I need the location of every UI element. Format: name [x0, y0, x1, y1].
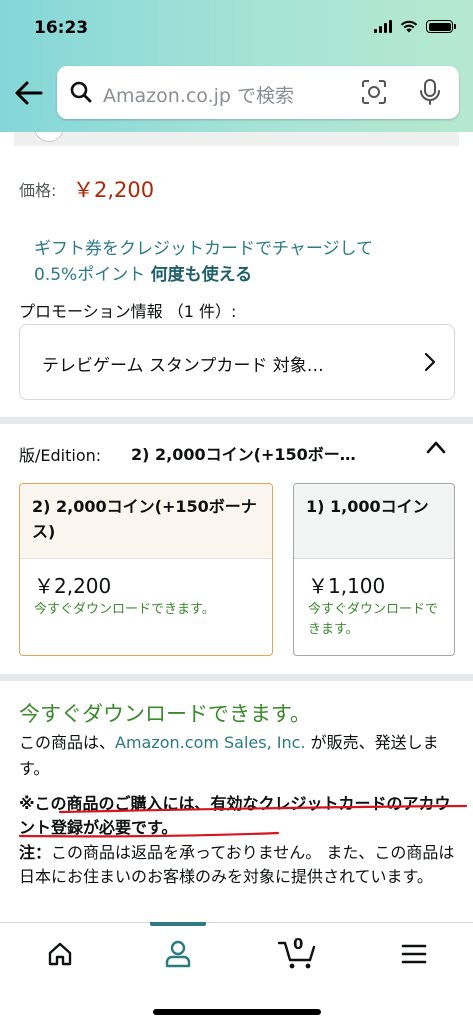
bottom-tab-bar: 0 — [0, 922, 473, 1024]
note-label: 注： — [19, 843, 52, 862]
tab-cart[interactable]: 0 — [276, 935, 320, 971]
edition-option-selected[interactable]: 2) 2,000コイン(+150ボーナス) ￥2,200 今すぐダウンロードでき… — [19, 483, 273, 656]
edition-option[interactable]: 1) 1,000コイン ￥1,100 今すぐダウンロードできます。 — [293, 483, 455, 656]
chevron-up-icon[interactable] — [426, 440, 446, 454]
product-image-carousel[interactable] — [14, 132, 459, 146]
edition-option-price: ￥2,200 — [34, 574, 112, 598]
return-policy-note: 注：この商品は返品を承っておりません。 また、この商品は日本にお住まいのお客様の… — [19, 841, 459, 889]
microphone-icon[interactable] — [419, 78, 441, 106]
tab-account[interactable] — [158, 937, 198, 971]
tab-menu[interactable] — [394, 937, 434, 971]
carousel-chevron-icon[interactable] — [34, 132, 64, 142]
cart-count-badge: 0 — [293, 935, 304, 953]
camera-scan-icon[interactable] — [361, 79, 387, 105]
seller-info: この商品は、Amazon.com Sales, Inc. が販売、発送します。 — [19, 730, 459, 782]
edition-selected-value[interactable]: 2) 2,000コイン(+150ボー… — [131, 441, 356, 465]
promotion-card-text: テレビゲーム スタンプカード 対象… — [42, 356, 324, 376]
note-text: この商品は返品を承っておりません。 また、この商品は日本にお住まいのお客様のみを… — [19, 843, 455, 886]
status-icons — [374, 20, 456, 33]
status-time: 16:23 — [34, 18, 89, 38]
gift-card-promo-line1[interactable]: ギフト券をクレジットカードでチャージして — [34, 234, 373, 259]
wifi-icon — [400, 20, 418, 33]
edition-option-price: ￥1,100 — [308, 574, 386, 598]
price-value: ￥2,200 — [73, 178, 155, 202]
promotion-card[interactable]: テレビゲーム スタンプカード 対象… — [19, 324, 455, 400]
active-tab-indicator — [150, 922, 206, 926]
battery-icon — [426, 20, 456, 33]
edition-option-title: 2) 2,000コイン(+150ボーナス) — [20, 484, 272, 559]
gift-card-promo-prefix: 0.5%ポイント — [34, 265, 151, 285]
gift-card-promo-line2[interactable]: 0.5%ポイント 何度も使える — [34, 260, 252, 285]
search-placeholder: Amazon.co.jp で検索 — [103, 85, 294, 107]
seller-link[interactable]: Amazon.com Sales, Inc. — [115, 733, 306, 752]
search-icon — [70, 81, 92, 103]
availability-heading: 今すぐダウンロードできます。 — [19, 702, 311, 726]
edition-label: 版/Edition: — [19, 446, 102, 465]
seller-prefix: この商品は、 — [19, 733, 116, 752]
cellular-signal-icon — [374, 20, 392, 33]
home-indicator — [153, 1009, 321, 1015]
gift-card-promo-bold: 何度も使える — [150, 265, 253, 285]
edition-option-availability: 今すぐダウンロードできます。 — [308, 602, 439, 637]
hamburger-menu-icon — [401, 944, 427, 964]
section-divider — [0, 674, 473, 681]
app-header: 16:23 Amazon.co.jp で検索 — [0, 0, 473, 132]
tab-home[interactable] — [40, 937, 80, 971]
price-label: 価格: — [19, 181, 57, 200]
account-icon — [165, 940, 191, 968]
edition-option-title: 1) 1,000コイン — [294, 484, 454, 559]
edition-option-availability: 今すぐダウンロードできます。 — [34, 602, 215, 617]
section-divider — [0, 417, 473, 424]
chevron-right-icon — [424, 352, 436, 372]
search-input[interactable]: Amazon.co.jp で検索 — [57, 66, 459, 119]
credit-card-notice: ※この商品のご購入には、有効なクレジットカードのアカウント登録が必要です。 — [19, 794, 451, 837]
promotion-heading: プロモーション情報 （1 件）: — [19, 302, 237, 321]
back-arrow-icon[interactable] — [14, 80, 44, 106]
home-icon — [48, 942, 72, 966]
